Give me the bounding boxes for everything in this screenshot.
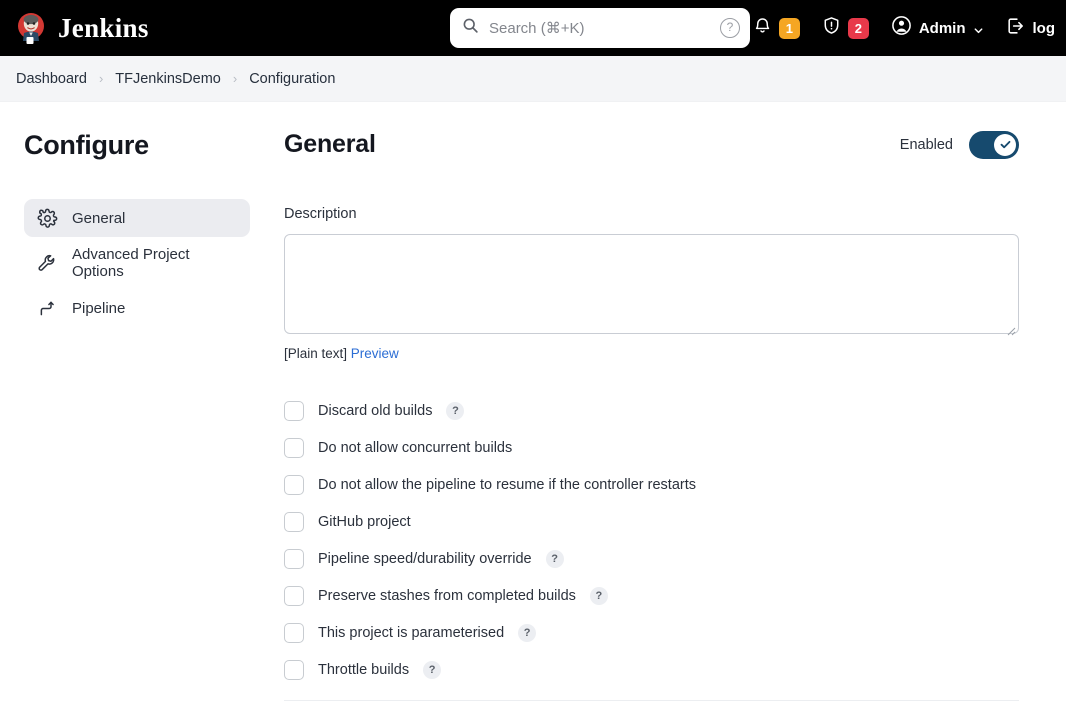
sidebar-item-label: Advanced Project Options <box>72 246 190 280</box>
option-label[interactable]: This project is parameterised <box>318 625 504 641</box>
security-badge: 2 <box>847 17 869 39</box>
sidebar-item-label: General <box>72 209 126 227</box>
description-label: Description <box>284 206 357 222</box>
option-row-github-project: GitHub project <box>284 503 1019 540</box>
enabled-control: Enabled <box>899 130 1019 159</box>
configure-main: General Enabled Description [Plain text]… <box>266 102 1066 701</box>
notifications-button[interactable]: 1 <box>742 0 811 56</box>
option-row-pipeline-speed-durability: Pipeline speed/durability override ? <box>284 540 1019 577</box>
option-label[interactable]: Preserve stashes from completed builds <box>318 588 576 604</box>
sidebar-item-pipeline[interactable]: Pipeline <box>24 289 250 327</box>
user-name: Admin <box>918 19 966 37</box>
breadcrumb-separator: › <box>232 71 238 86</box>
search-input[interactable] <box>479 19 720 37</box>
jenkins-butler-logo <box>14 11 48 45</box>
option-label[interactable]: Do not allow the pipeline to resume if t… <box>318 477 696 493</box>
jenkins-brand[interactable]: Jenkins <box>14 11 149 45</box>
plain-text-note: [Plain text] <box>284 346 348 361</box>
sidebar-item-general[interactable]: General <box>24 199 250 237</box>
security-warnings-button[interactable]: 2 <box>811 0 880 56</box>
wrench-icon <box>36 252 58 274</box>
notifications-badge: 1 <box>778 17 800 39</box>
option-label[interactable]: Discard old builds <box>318 403 432 419</box>
enabled-label: Enabled <box>899 136 953 153</box>
logout-label: log <box>1032 19 1056 37</box>
brand-name: Jenkins <box>58 12 149 43</box>
option-row-throttle-builds: Throttle builds ? <box>284 651 1019 688</box>
sidebar-nav: General Advanced Project Options Pipelin… <box>24 199 250 327</box>
breadcrumb-item-tfjenkinsdemo[interactable]: TFJenkinsDemo <box>115 71 221 87</box>
toggle-knob <box>994 133 1016 156</box>
description-input[interactable] <box>284 234 1019 334</box>
option-row-project-parameterised: This project is parameterised ? <box>284 614 1019 651</box>
bell-icon <box>753 16 772 40</box>
option-row-no-concurrent-builds: Do not allow concurrent builds <box>284 429 1019 466</box>
global-search[interactable]: ? <box>450 8 750 48</box>
help-icon[interactable]: ? <box>518 623 537 642</box>
checkbox-preserve-stashes[interactable] <box>284 585 304 606</box>
help-icon[interactable]: ? <box>545 549 564 568</box>
sidebar-item-advanced-project-options[interactable]: Advanced Project Options <box>24 244 250 282</box>
option-row-no-resume-on-restart: Do not allow the pipeline to resume if t… <box>284 466 1019 503</box>
checkbox-github-project[interactable] <box>284 511 304 532</box>
user-circle-icon <box>891 15 912 41</box>
option-label[interactable]: Throttle builds <box>318 662 409 678</box>
breadcrumb-item-dashboard[interactable]: Dashboard <box>16 71 87 87</box>
checkbox-pipeline-speed-durability[interactable] <box>284 548 304 569</box>
option-label[interactable]: Do not allow concurrent builds <box>318 440 512 456</box>
description-wrap <box>284 222 1019 339</box>
option-row-discard-old-builds: Discard old builds ? <box>284 392 1019 429</box>
top-header: Jenkins ? 1 <box>0 0 1066 56</box>
pipeline-icon <box>36 297 58 319</box>
configure-sidebar: Configure General Advanced Project Optio… <box>0 102 266 701</box>
checkbox-no-resume-on-restart[interactable] <box>284 474 304 495</box>
checkbox-project-parameterised[interactable] <box>284 622 304 643</box>
checkbox-throttle-builds[interactable] <box>284 659 304 680</box>
logout-button[interactable]: log <box>995 0 1066 56</box>
description-footer: [Plain text] Preview <box>284 346 1019 361</box>
preview-link[interactable]: Preview <box>351 346 399 361</box>
section-divider <box>284 700 1019 701</box>
chevron-down-icon <box>973 23 984 34</box>
gear-icon <box>36 207 58 229</box>
breadcrumb: Dashboard › TFJenkinsDemo › Configuratio… <box>0 56 1066 102</box>
sidebar-item-label: Pipeline <box>72 299 126 317</box>
checkbox-no-concurrent-builds[interactable] <box>284 437 304 458</box>
page-title: Configure <box>24 130 149 160</box>
breadcrumb-separator: › <box>98 71 104 86</box>
shield-alert-icon <box>822 16 841 40</box>
enabled-toggle[interactable] <box>969 130 1019 159</box>
help-circle-icon[interactable]: ? <box>720 18 740 38</box>
help-icon[interactable]: ? <box>446 401 465 420</box>
checkbox-discard-old-builds[interactable] <box>284 400 304 421</box>
option-label[interactable]: GitHub project <box>318 514 411 530</box>
check-icon <box>1000 140 1010 149</box>
section-title: General <box>284 130 376 158</box>
option-label[interactable]: Pipeline speed/durability override <box>318 551 532 567</box>
help-icon[interactable]: ? <box>423 660 442 679</box>
option-row-preserve-stashes: Preserve stashes from completed builds ? <box>284 577 1019 614</box>
user-menu-button[interactable]: Admin <box>880 0 995 56</box>
general-section-header: General Enabled <box>284 130 1019 159</box>
breadcrumb-item-configuration[interactable]: Configuration <box>249 71 335 87</box>
page-body: Configure General Advanced Project Optio… <box>0 102 1066 701</box>
search-icon <box>462 17 479 39</box>
header-actions: 1 2 Admin log <box>742 0 1066 56</box>
options-checklist: Discard old builds ? Do not allow concur… <box>284 392 1019 688</box>
logout-icon <box>1006 16 1026 41</box>
help-icon[interactable]: ? <box>589 586 608 605</box>
